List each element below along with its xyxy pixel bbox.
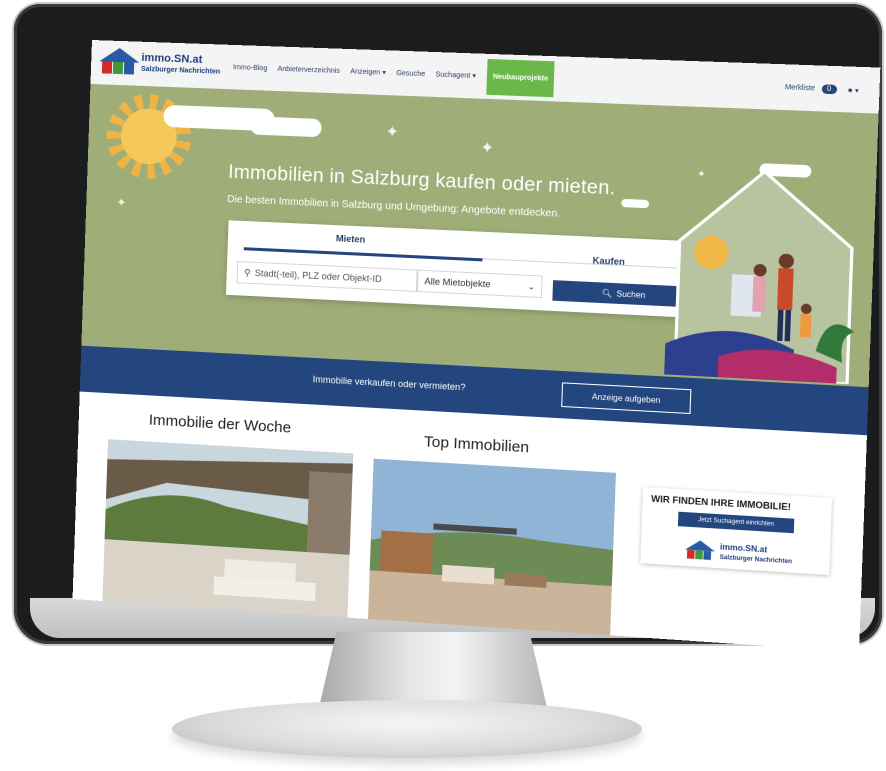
ad-logo: immo.SN.at Salzburger Nachrichten (683, 535, 793, 573)
nav-neubauprojekte[interactable]: Neubauprojekte (485, 58, 556, 97)
setup-suchagent-button[interactable]: Jetzt Suchagent einrichten (677, 511, 795, 534)
house-logo-icon (97, 47, 142, 79)
featured-property-image[interactable] (102, 439, 354, 626)
search-icon: 🔍︎ (601, 288, 613, 298)
house-logo-icon (683, 539, 717, 563)
ad-title: WIR FINDEN IHRE IMMOBILIE! (650, 493, 792, 513)
place-ad-button[interactable]: Anzeige aufgeben (561, 382, 692, 415)
search-button-label: Suchen (616, 288, 646, 300)
hero-title: Immobilien in Salzburg kaufen oder miete… (227, 161, 616, 200)
family-house-illustration (664, 147, 871, 385)
hero-section: ✦ ✦ ✦ ✦ Immobilien in Salzburg kaufen od… (81, 83, 879, 388)
suchagent-ad[interactable]: WIR FINDEN IHRE IMMOBILIE! Jetzt Suchage… (640, 486, 832, 576)
nav-immo-blog[interactable]: Immo-Blog (233, 64, 268, 72)
monitor-stand-base (172, 700, 642, 758)
user-icon: ● (847, 84, 854, 95)
nav-gesuche[interactable]: Gesuche (396, 69, 425, 77)
location-placeholder: Stadt(-teil), PLZ oder Objekt-ID (254, 267, 382, 285)
user-menu[interactable]: ● ▾ (847, 85, 859, 95)
tab-mieten[interactable]: Mieten (228, 228, 475, 249)
logo-subtitle: Salzburger Nachrichten (140, 65, 221, 76)
star-icon: ✦ (384, 123, 400, 142)
chevron-down-icon: ⌄ (527, 281, 536, 292)
property-type-select[interactable]: Alle Mietobjekte ⌄ (416, 269, 543, 299)
cloud-illustration (621, 198, 650, 209)
top-property-image[interactable] (367, 458, 616, 648)
nav-anbieterverzeichnis[interactable]: Anbieterverzeichnis (277, 65, 340, 74)
active-tab-indicator (243, 247, 483, 262)
hero-subtitle: Die besten Immobilien in Salzburg und Um… (227, 194, 561, 220)
location-search-input[interactable]: ⚲ Stadt(-teil), PLZ oder Objekt-ID (236, 261, 418, 292)
cloud-illustration (249, 116, 322, 138)
immobilie-der-woche-title: Immobilie der Woche (148, 411, 292, 437)
sell-banner-text: Immobilie verkaufen oder vermieten? (312, 374, 466, 393)
top-immobilien-title: Top Immobilien (423, 433, 530, 457)
property-type-value: Alle Mietobjekte (424, 276, 491, 290)
user-menu-chevron: ▾ (854, 87, 859, 95)
location-pin-icon: ⚲ (243, 266, 251, 278)
star-icon: ✦ (479, 139, 495, 158)
merkliste-count-badge: 0 (821, 83, 837, 94)
merkliste-link[interactable]: Merkliste 0 (784, 82, 837, 94)
nav-suchagent[interactable]: Suchagent ▾ (435, 70, 476, 80)
site-logo[interactable]: immo.SN.at Salzburger Nachrichten (97, 47, 229, 82)
star-icon: ✦ (116, 195, 127, 210)
browser-screen: immo.SN.at Salzburger Nachrichten Immo-B… (72, 40, 881, 653)
nav-anzeigen[interactable]: Anzeigen ▾ (350, 67, 386, 76)
merkliste-label: Merkliste (784, 83, 816, 92)
